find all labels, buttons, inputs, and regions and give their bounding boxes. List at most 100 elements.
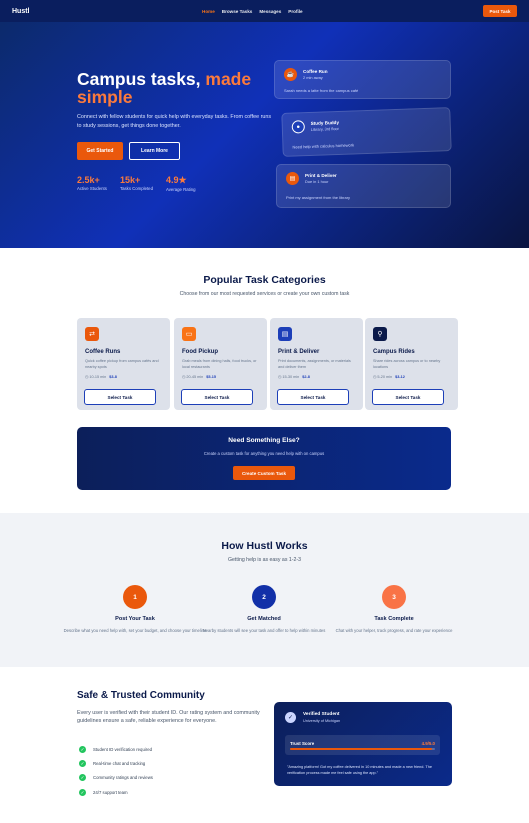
step-number: 3: [382, 585, 406, 609]
category-name: Coffee Runs: [85, 349, 121, 355]
book-icon: ●: [291, 120, 306, 134]
printer-icon: ▤: [278, 327, 292, 341]
category-meta: ◷ 10-15 min $3-8: [85, 374, 117, 379]
card-title: Print & Deliver: [305, 173, 337, 178]
category-time: 20-45 min: [186, 375, 204, 379]
check-label: Community ratings and reviews: [93, 775, 153, 780]
trust-score-track: [290, 748, 435, 750]
select-task-button[interactable]: Select Task: [372, 389, 444, 405]
step-desc: Chat with your helper, track progress, a…: [335, 628, 453, 633]
card-meta: 2 min away: [303, 75, 323, 80]
how-title: How Hustl Works: [221, 540, 308, 552]
category-desc: Quick coffee pickup from campus cafés an…: [85, 359, 159, 369]
verified-badge-icon: ✓: [285, 712, 296, 723]
category-card-food-pickup: ▭ Food Pickup Grab meals from dining hal…: [174, 318, 267, 410]
category-time: 15-30 min: [282, 375, 300, 379]
logo[interactable]: Hustl: [12, 8, 30, 15]
card-meta: Library, 3rd floor: [310, 125, 339, 132]
create-custom-task-button[interactable]: Create Custom Task: [233, 466, 295, 480]
category-meta: ◷ 5-20 min $3-12: [373, 374, 405, 379]
stat-value: 4.9★: [166, 175, 187, 185]
hero-title-main: Campus tasks,: [77, 69, 206, 89]
categories-title: Popular Task Categories: [203, 274, 326, 286]
printer-icon: ▤: [286, 172, 299, 185]
category-card-campus-rides: ⚲ Campus Rides Share rides across campus…: [365, 318, 458, 410]
hero-card-coffee-run[interactable]: ☕ Coffee Run 2 min away Sarah needs a la…: [274, 60, 451, 99]
learn-more-button[interactable]: Learn More: [129, 142, 180, 160]
card-title: Study Buddy: [310, 119, 340, 126]
select-task-button[interactable]: Select Task: [84, 389, 156, 405]
food-icon: ▭: [182, 327, 196, 341]
select-task-button[interactable]: Select Task: [277, 389, 349, 405]
stat-tasks-completed: 15k+ Tasks Completed: [120, 175, 153, 191]
trust-score-value: 4.9/5.0: [421, 741, 435, 746]
category-desc: Print documents, assignments, or materia…: [278, 359, 351, 369]
trust-score-box: Trust Score 4.9/5.0: [285, 735, 440, 755]
nav-links: Home Browse Tasks Messages Profile: [202, 0, 303, 22]
hero-card-study-buddy[interactable]: ● Study Buddy Library, 3rd floor Need he…: [281, 107, 452, 157]
category-card-print-deliver: ▤ Print & Deliver Print documents, assig…: [270, 318, 363, 410]
testimonial-quote: "Amazing platform! Got my coffee deliver…: [287, 765, 432, 775]
nav-link-messages[interactable]: Messages: [259, 9, 281, 14]
category-desc: Grab meals from dining halls, food truck…: [182, 359, 257, 369]
check-label: 24/7 support team: [93, 790, 128, 795]
stat-label: Tasks Completed: [120, 186, 153, 191]
category-card-coffee-runs: ⇄ Coffee Runs Quick coffee pickup from c…: [77, 318, 170, 410]
trust-score-fill: [290, 748, 433, 750]
verified-school: University of Michigan: [303, 719, 341, 723]
hero-subtitle: Connect with fellow students for quick h…: [77, 114, 272, 129]
how-subtitle: Getting help is as easy as 1-2-3: [228, 557, 301, 563]
hero-section: Campus tasks, made simple Connect with f…: [0, 22, 529, 248]
stat-average-rating: 4.9★ Average Rating: [166, 175, 196, 192]
trust-check-item: ✓ Student ID verification required: [79, 746, 152, 753]
trust-subtitle: Every user is verified with their studen…: [77, 710, 260, 724]
card-meta: Due in 1 hour: [305, 179, 329, 184]
category-desc: Share rides across campus or to nearby l…: [373, 359, 441, 369]
coffee-icon: ⇄: [85, 327, 99, 341]
verified-student-card: ✓ Verified Student University of Michiga…: [274, 702, 452, 786]
category-price: $5-15: [206, 375, 216, 379]
trust-check-item: ✓ Real-time chat and tracking: [79, 760, 145, 767]
category-time: 5-20 min: [377, 375, 393, 379]
check-icon: ✓: [79, 760, 86, 767]
stat-active-students: 2.5k+ Active Students: [77, 175, 107, 191]
hero-card-print-deliver[interactable]: ▤ Print & Deliver Due in 1 hour Print my…: [276, 164, 451, 208]
stat-value: 2.5k+: [77, 175, 100, 185]
custom-task-subtitle: Create a custom task for anything you ne…: [203, 451, 325, 456]
card-desc: Need help with calculus homework: [292, 142, 355, 150]
check-icon: ✓: [79, 774, 86, 781]
category-name: Print & Deliver: [278, 349, 320, 355]
categories-subtitle: Choose from our most requested services …: [179, 291, 350, 297]
category-name: Food Pickup: [182, 349, 218, 355]
stat-label: Active Students: [77, 186, 107, 191]
nav-link-home[interactable]: Home: [202, 9, 215, 14]
category-price: $3-8: [109, 375, 117, 379]
hero-title: Campus tasks, made simple: [77, 70, 277, 106]
card-desc: Sarah needs a latte from the campus café: [284, 88, 359, 93]
step-title: Task Complete: [374, 616, 414, 622]
top-nav: Hustl Home Browse Tasks Messages Profile…: [0, 0, 529, 22]
stat-label: Average Rating: [166, 187, 196, 192]
trust-score-label: Trust Score: [290, 741, 315, 746]
stat-value: 15k+: [120, 175, 141, 185]
nav-link-browse-tasks[interactable]: Browse Tasks: [222, 9, 253, 14]
get-started-button[interactable]: Get Started: [77, 142, 123, 160]
check-label: Real-time chat and tracking: [93, 761, 146, 766]
trust-check-item: ✓ 24/7 support team: [79, 789, 128, 796]
check-icon: ✓: [79, 746, 86, 753]
card-title: Coffee Run: [303, 69, 328, 74]
custom-task-banner: Need Something Else? Create a custom tas…: [77, 427, 451, 490]
category-time: 10-15 min: [89, 375, 107, 379]
search-icon: ⚲: [373, 327, 387, 341]
step-number: 1: [123, 585, 147, 609]
nav-link-profile[interactable]: Profile: [288, 9, 302, 14]
post-task-button[interactable]: Post Task: [483, 5, 517, 17]
category-price: $3-12: [395, 375, 405, 379]
trust-title: Safe & Trusted Community: [77, 690, 205, 701]
check-label: Student ID verification required: [93, 747, 152, 752]
card-desc: Print my assignment from the library: [286, 195, 351, 200]
category-meta: ◷ 20-45 min $5-15: [182, 374, 216, 379]
check-icon: ✓: [79, 789, 86, 796]
category-name: Campus Rides: [373, 349, 415, 355]
select-task-button[interactable]: Select Task: [181, 389, 253, 405]
